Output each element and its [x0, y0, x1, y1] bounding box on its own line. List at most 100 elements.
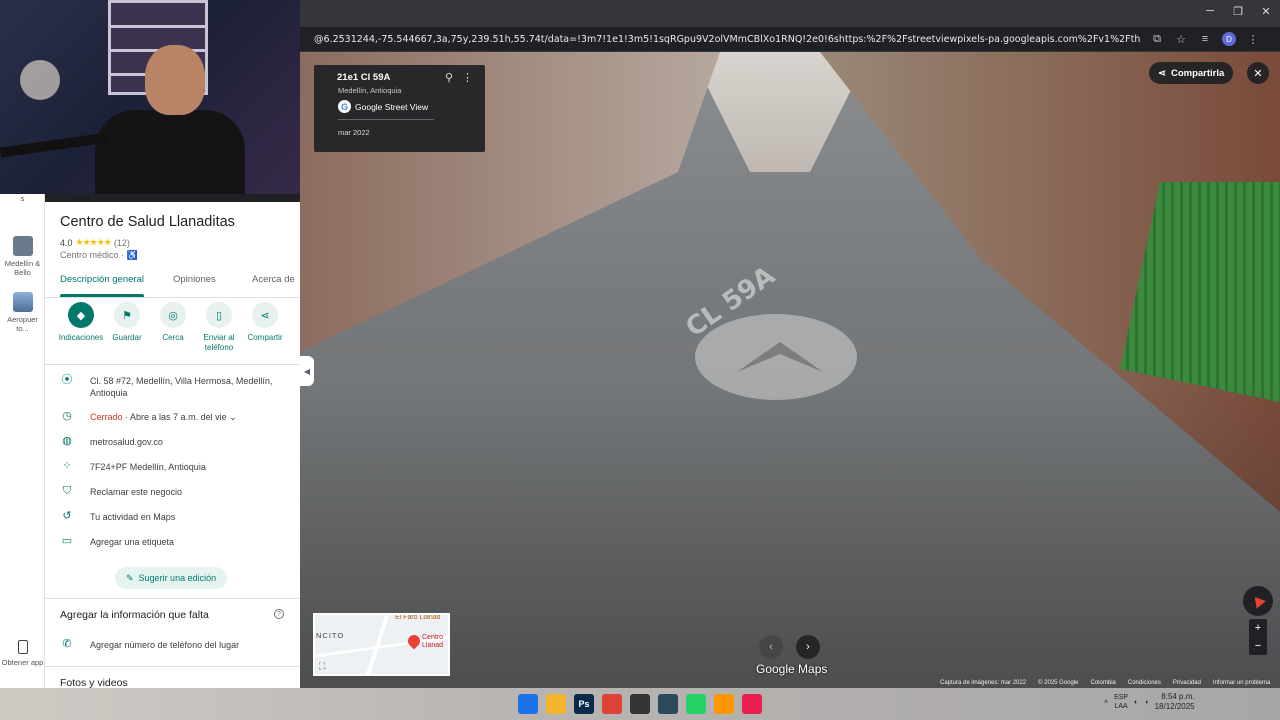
divider — [338, 119, 434, 120]
share-button[interactable]: ⋖ Compartir — [242, 302, 288, 343]
language-indicator[interactable]: ESP LAA — [1114, 693, 1128, 711]
window-controls: ─ ❐ ✕ — [1196, 0, 1280, 22]
pencil-icon: ✎ — [126, 572, 134, 583]
bookmark-star-icon[interactable]: ☆ — [1174, 33, 1188, 46]
map-label: NCITO — [316, 631, 345, 640]
street-view-info-card: 21e1 Cl 59A Medellín, Antioquia ⚲ ⋮ G Go… — [314, 65, 485, 152]
street-name: 21e1 Cl 59A — [337, 72, 391, 83]
tray-overflow-icon[interactable]: ˄ — [1104, 699, 1108, 706]
photoshop-icon[interactable]: Ps — [574, 694, 594, 714]
taskbar-apps: Ps — [518, 694, 762, 714]
left-rail: s Medellín & Bello Aeropuer to... Obtene… — [0, 194, 45, 688]
previous-photo-button[interactable]: ‹ — [759, 635, 783, 659]
directions-button[interactable]: ◆ Indicaciones — [58, 302, 104, 343]
nearby-icon: ◎ — [160, 302, 186, 328]
street-view[interactable]: CL 59A 21e1 Cl 59A Medellín, Antioquia ⚲… — [300, 52, 1280, 688]
windows-start-icon[interactable] — [518, 694, 538, 714]
terminal-icon[interactable] — [658, 694, 678, 714]
active-tab-indicator — [60, 294, 144, 297]
footer-item: Captura de imágenes: mar 2022 — [940, 680, 1027, 686]
label-icon: ▭ — [61, 535, 73, 547]
footer-item[interactable]: Informar un problema — [1213, 680, 1270, 686]
recent-thumbnail — [12, 236, 33, 256]
close-icon[interactable]: ✕ — [1252, 0, 1280, 22]
open-in-app-icon[interactable]: ⧉ — [1150, 33, 1164, 46]
plus-code-row[interactable]: ⁘ 7F24+PF Medellín, Antioquia — [60, 461, 290, 473]
sublime-icon[interactable] — [714, 694, 734, 714]
clock[interactable]: 8:54 p.m. 18/12/2025 — [1155, 692, 1195, 712]
volume-icon[interactable]: ◖ — [1144, 699, 1148, 706]
help-icon[interactable]: ? — [274, 609, 284, 619]
footer-item[interactable]: Condiciones — [1128, 680, 1161, 686]
phone-icon — [17, 640, 28, 654]
get-app-button[interactable]: Obtener app — [0, 640, 45, 667]
whatsapp-icon[interactable] — [686, 694, 706, 714]
compass-needle — [1250, 593, 1266, 609]
globe-icon: ◍ — [62, 435, 72, 447]
navigation-cursor[interactable] — [695, 314, 857, 400]
hours-row[interactable]: ◷ Cerrado · Abre a las 7 a.m. del vie ⌄ — [60, 411, 290, 423]
shield-check-icon: ⛉ — [62, 485, 72, 497]
share-streetview-button[interactable]: ⋖ Compartirla — [1149, 62, 1234, 84]
tab-overview[interactable]: Descripción general — [60, 274, 144, 285]
label-row[interactable]: ▭ Agregar una etiqueta — [60, 536, 290, 548]
close-streetview-button[interactable]: ✕ — [1247, 62, 1269, 84]
file-explorer-icon[interactable] — [546, 694, 566, 714]
expand-map-icon[interactable]: ⛶ — [319, 661, 325, 672]
nearby-button[interactable]: ◎ Cerca — [150, 302, 196, 343]
activity-row[interactable]: ↺ Tu actividad en Maps — [60, 511, 290, 523]
chrome-icon[interactable] — [602, 694, 622, 714]
address-bar[interactable]: @6.2531244,-75.544667,3a,75y,239.51h,55.… — [300, 27, 1280, 51]
menu-dots-icon[interactable]: ⋮ — [1246, 33, 1260, 46]
website-row[interactable]: ◍ metrosalud.gov.co — [60, 436, 290, 448]
profile-avatar[interactable]: D — [1222, 32, 1236, 46]
collapse-panel-button[interactable]: ◀ — [300, 356, 314, 386]
tab-about[interactable]: Acerca de — [252, 274, 295, 285]
missing-info-title: Agregar la información que falta — [60, 609, 209, 621]
obs-icon[interactable] — [630, 694, 650, 714]
tab-reviews[interactable]: Opiniones — [173, 274, 216, 285]
place-rating[interactable]: 4.0 ★★★★★ (12) — [60, 237, 130, 248]
zoom-out-button[interactable]: − — [1249, 637, 1267, 655]
hours-status: Cerrado — [90, 412, 123, 422]
location-pin-icon[interactable]: ⚲ — [445, 71, 453, 84]
footer-item[interactable]: Colombia — [1091, 680, 1116, 686]
review-count[interactable]: (12) — [114, 238, 130, 248]
more-options-icon[interactable]: ⋮ — [462, 71, 473, 84]
next-photo-button[interactable]: › — [796, 635, 820, 659]
capture-date[interactable]: mar 2022 — [338, 128, 370, 137]
claim-row[interactable]: ⛉ Reclamar este negocio — [60, 486, 290, 498]
suggest-edit-label: Sugerir una edición — [138, 573, 217, 583]
streamer-body — [95, 110, 245, 194]
minimize-icon[interactable]: ─ — [1196, 0, 1224, 22]
location-pin-icon: ⦿ — [61, 374, 73, 386]
add-phone-text: Agregar número de teléfono del lugar — [90, 640, 240, 650]
rail-item-aeropuerto[interactable]: Aeropuer to... — [0, 292, 45, 333]
compass-icon[interactable] — [1243, 586, 1273, 616]
map-pin-icon[interactable] — [405, 632, 423, 650]
rail-item-medellin[interactable]: Medellín & Bello — [0, 236, 45, 277]
chevron-down-icon[interactable]: ⌄ — [229, 412, 237, 422]
media-icon[interactable]: ≡ — [1198, 33, 1212, 45]
clock-icon: ◷ — [62, 410, 72, 422]
share-label: Compartirla — [1170, 67, 1225, 79]
recent-thumbnail — [12, 292, 33, 312]
url-text[interactable]: @6.2531244,-75.544667,3a,75y,239.51h,55.… — [300, 34, 1140, 45]
network-icon[interactable]: ◐ — [1134, 699, 1138, 706]
restore-icon[interactable]: ❐ — [1224, 0, 1252, 22]
address-row[interactable]: ⦿ Cl. 58 #72, Medellín, Villa Hermosa, M… — [60, 375, 290, 399]
hours-text: Cerrado · Abre a las 7 a.m. del vie ⌄ — [90, 411, 237, 423]
mini-map[interactable]: NCITO El Faro Llanad Centro Llanad ⛶ — [313, 613, 450, 676]
rating-value: 4.0 — [60, 237, 73, 248]
action-label: Indicaciones — [58, 333, 104, 342]
rail-item-label: Medellín & Bello — [4, 259, 41, 277]
category-label[interactable]: Centro médico — [60, 250, 119, 260]
footer-item[interactable]: Privacidad — [1173, 680, 1201, 686]
save-button[interactable]: ⚑ Guardar — [104, 302, 150, 343]
google-maps-logo: Google Maps — [756, 662, 828, 676]
zoom-in-button[interactable]: + — [1249, 619, 1267, 637]
tiktok-icon[interactable] — [742, 694, 762, 714]
add-phone-row[interactable]: ✆ Agregar número de teléfono del lugar — [60, 639, 290, 651]
send-to-phone-button[interactable]: ▯ Enviar al teléfono — [196, 302, 242, 352]
suggest-edit-button[interactable]: ✎ Sugerir una edición — [115, 567, 228, 589]
